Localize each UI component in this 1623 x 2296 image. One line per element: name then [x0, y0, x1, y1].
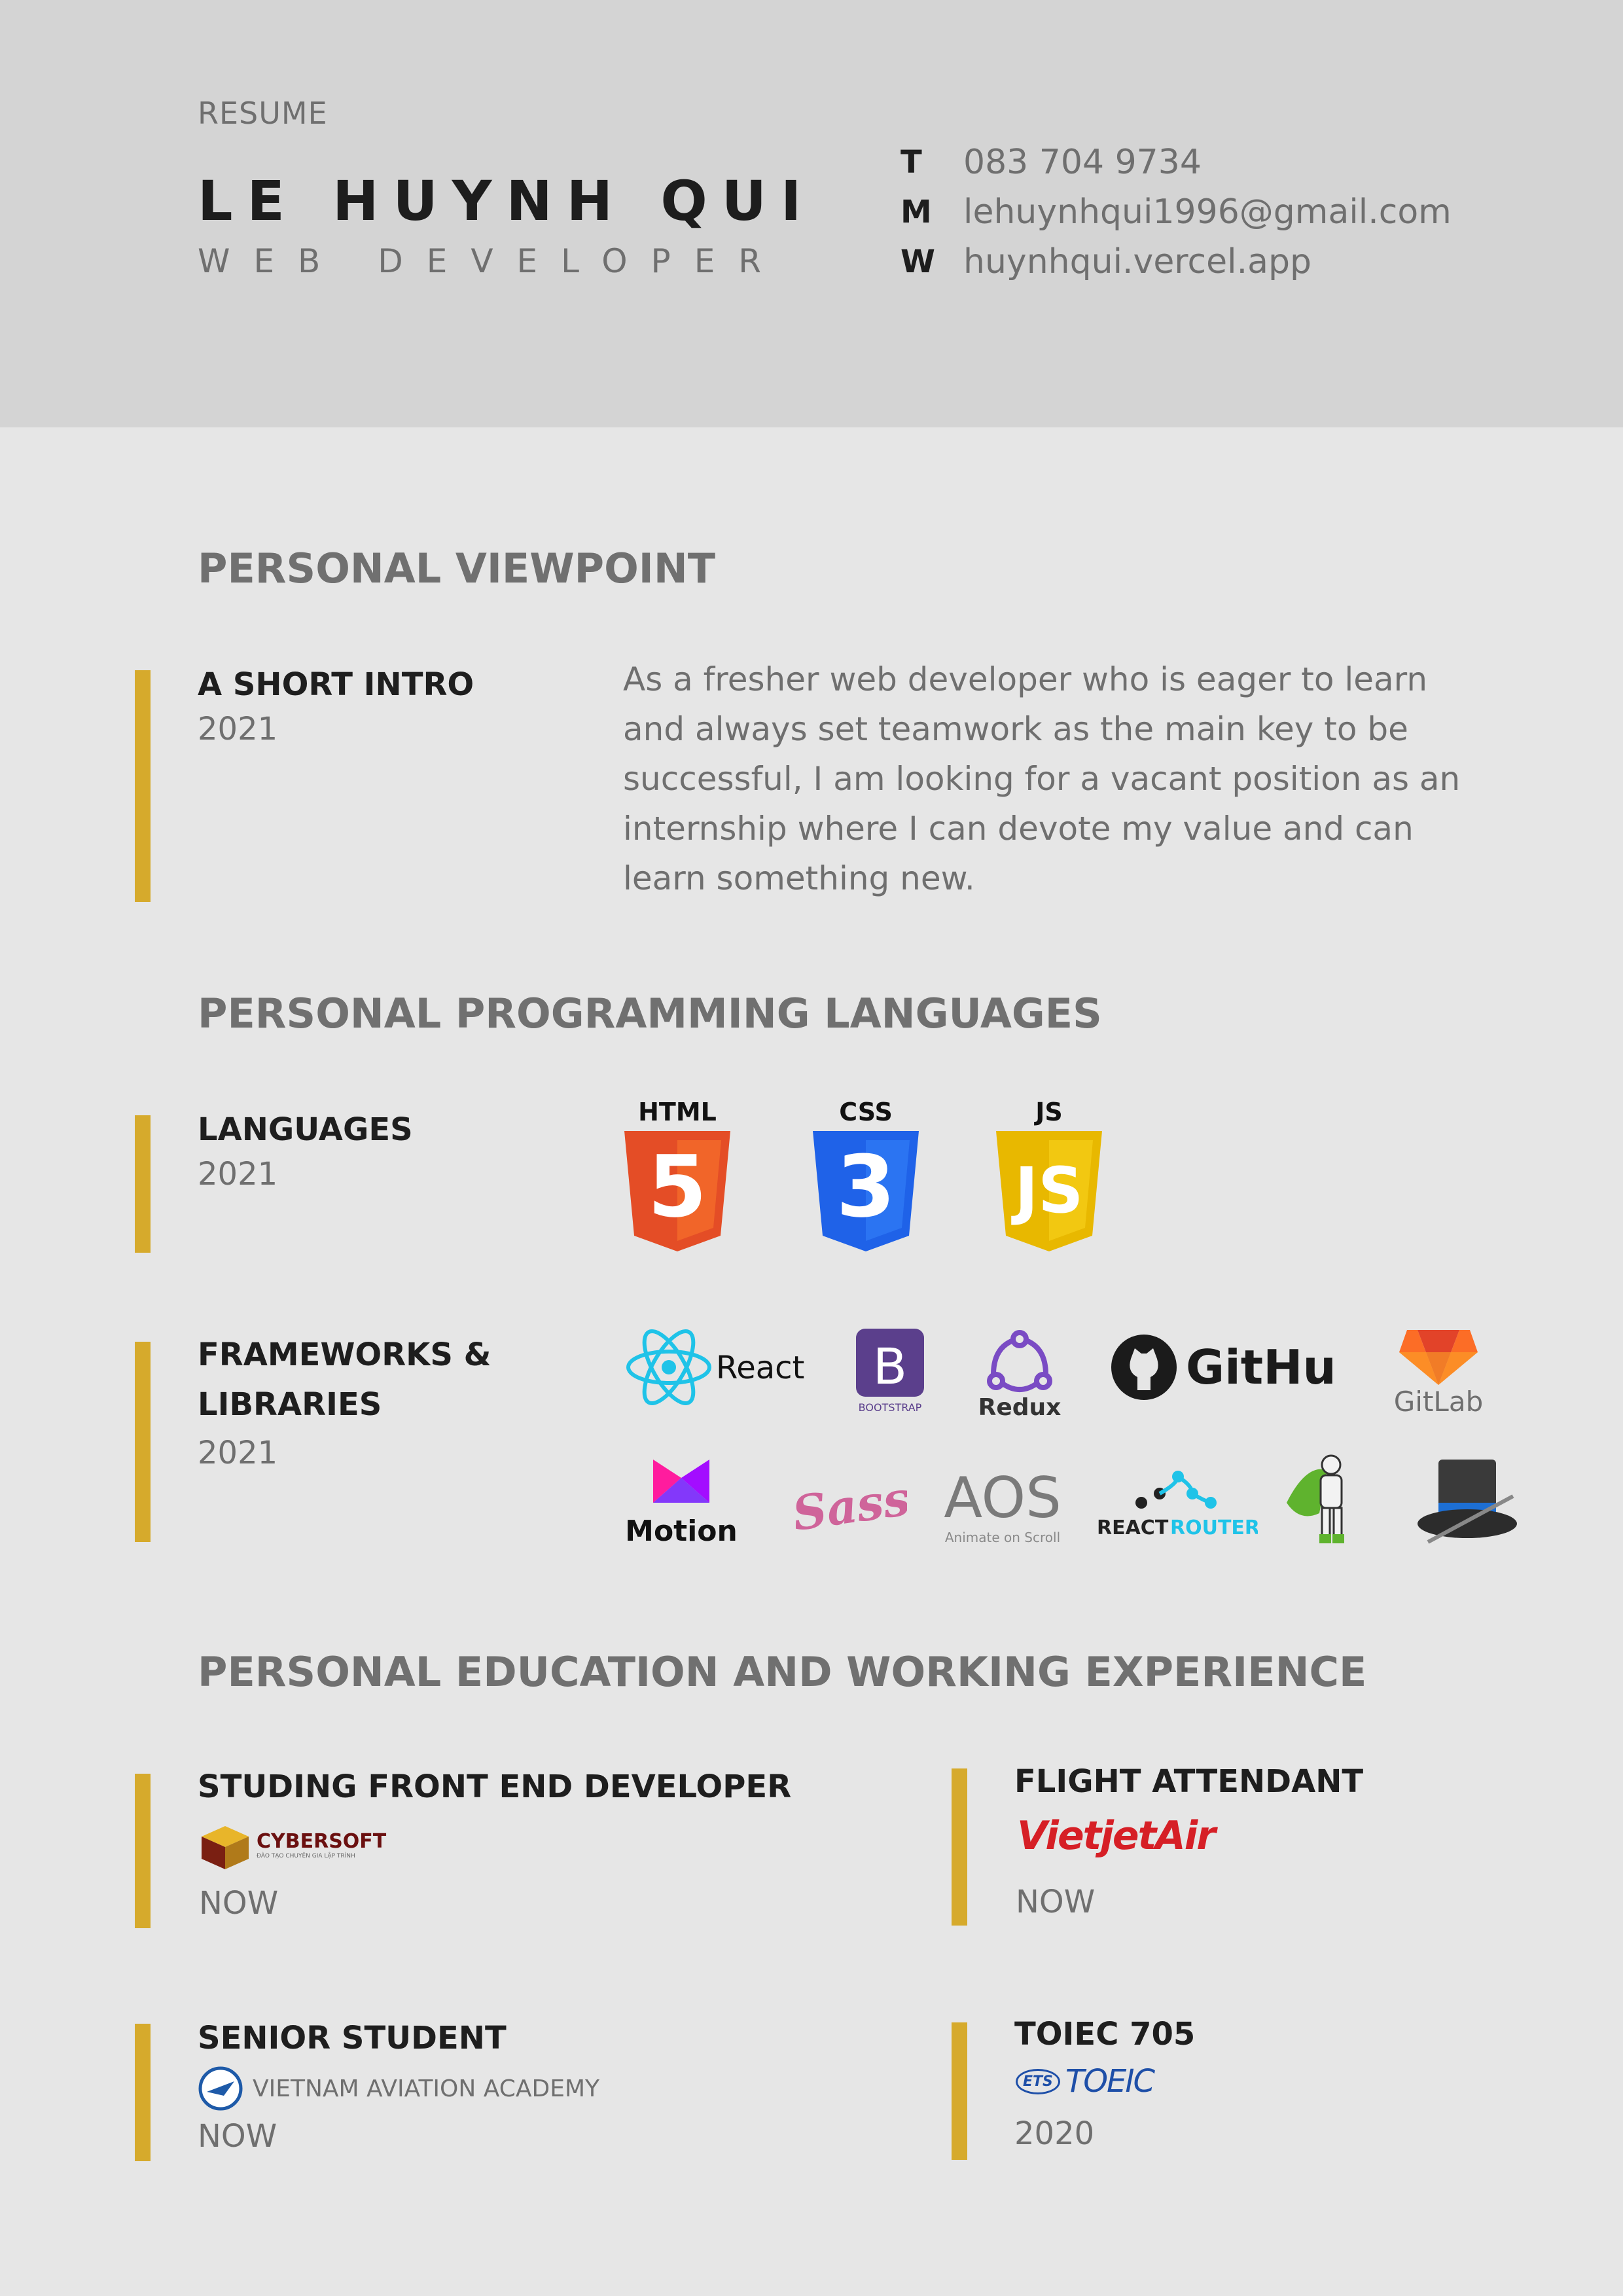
bootstrap-icon: B BOOTSTRAP	[851, 1325, 929, 1416]
experience-title-3: SENIOR STUDENT	[198, 2020, 507, 2056]
intro-title: A SHORT INTRO	[198, 666, 474, 703]
phone-value[interactable]: 083 704 9734	[963, 143, 1202, 182]
svg-text:AOS: AOS	[944, 1465, 1061, 1531]
experience-title-2: FLIGHT ATTENDANT	[1014, 1763, 1364, 1800]
svg-text:CSS: CSS	[839, 1098, 893, 1126]
react-icon: React	[626, 1325, 809, 1410]
accent-bar	[135, 1342, 151, 1542]
superhero-mascot-icon	[1280, 1450, 1368, 1549]
contact-key: M	[901, 194, 932, 230]
experience-period-2: NOW	[1016, 1884, 1096, 1920]
section-title-viewpoint: PERSONAL VIEWPOINT	[198, 545, 716, 592]
candidate-role: WEB DEVELOPER	[198, 242, 785, 280]
frameworks-title-line1: FRAMEWORKS &	[198, 1336, 491, 1373]
cybersoft-name: CYBERSOFT	[257, 1829, 387, 1853]
contact-key: T	[901, 144, 922, 181]
candidate-name: LE HUYNH QUI	[198, 169, 816, 233]
html-label: HTML	[638, 1098, 717, 1126]
accent-bar	[135, 1774, 151, 1928]
cybersoft-logo: CYBERSOFT ĐÀO TẠO CHUYÊN GIA LẬP TRÌNH	[198, 1817, 386, 1872]
section-title-experience: PERSONAL EDUCATION AND WORKING EXPERIENC…	[198, 1648, 1367, 1696]
experience-title-4: TOIEC 705	[1014, 2016, 1196, 2053]
vietjetair-logo: VietjetAir	[1017, 1813, 1216, 1859]
svg-text:React: React	[716, 1350, 804, 1386]
toeic-name: TOEIC	[1065, 2063, 1155, 2100]
accent-bar	[135, 2024, 151, 2161]
github-icon: GitHub	[1109, 1325, 1339, 1410]
experience-period-1: NOW	[199, 1885, 279, 1922]
accent-bar	[952, 2022, 967, 2160]
vaa-icon	[198, 2066, 243, 2111]
accent-bar	[135, 1115, 151, 1253]
email-value[interactable]: lehuynhqui1996@gmail.com	[963, 192, 1452, 232]
svg-text:Animate on Scroll: Animate on Scroll	[945, 1530, 1060, 1545]
react-router-icon: REACT ROUTER	[1094, 1457, 1258, 1549]
svg-text:3: 3	[836, 1137, 895, 1236]
motion-icon: Motion	[626, 1446, 737, 1551]
frameworks-year: 2021	[198, 1435, 278, 1471]
svg-text:5: 5	[648, 1137, 707, 1236]
experience-period-4: 2020	[1014, 2115, 1095, 2152]
cybersoft-icon	[202, 1826, 249, 1869]
languages-title: LANGUAGES	[198, 1111, 413, 1148]
cybersoft-tagline: ĐÀO TẠO CHUYÊN GIA LẬP TRÌNH	[257, 1852, 355, 1859]
vaa-logo: VIETNAM AVIATION ACADEMY	[198, 2066, 599, 2111]
languages-year: 2021	[198, 1156, 278, 1193]
experience-title-1: STUDING FRONT END DEVELOPER	[198, 1768, 792, 1805]
svg-text:ROUTER: ROUTER	[1170, 1516, 1258, 1539]
svg-text:GitHub: GitHub	[1186, 1340, 1339, 1395]
intro-text: As a fresher web developer who is eager …	[623, 660, 1461, 897]
svg-text:JS: JS	[1011, 1154, 1084, 1227]
website-value[interactable]: huynhqui.vercel.app	[963, 242, 1311, 281]
svg-text:Sass: Sass	[796, 1470, 907, 1541]
svg-text:Motion: Motion	[626, 1515, 737, 1548]
aos-icon: AOS Animate on Scroll	[937, 1462, 1068, 1554]
accent-bar	[952, 1768, 967, 1926]
svg-text:JS: JS	[1033, 1098, 1063, 1126]
accent-bar	[135, 670, 151, 902]
section-title-programming: PERSONAL PROGRAMMING LANGUAGES	[198, 990, 1102, 1037]
contact-key: W	[901, 243, 935, 280]
resume-label: RESUME	[198, 96, 328, 131]
sass-icon: Sass	[796, 1462, 907, 1547]
svg-text:GitLab: GitLab	[1394, 1386, 1483, 1418]
svg-text:REACT: REACT	[1097, 1516, 1169, 1539]
top-hat-icon	[1415, 1450, 1520, 1549]
contact-phone: T 083 704 9734	[901, 143, 1202, 182]
ets-badge: ETS	[1016, 2068, 1060, 2094]
css3-icon: CSS 3	[810, 1097, 921, 1254]
experience-period-3: NOW	[198, 2118, 277, 2155]
toeic-logo: ETS TOEIC	[1016, 2063, 1155, 2100]
svg-text:Redux: Redux	[978, 1394, 1061, 1419]
svg-text:B: B	[873, 1337, 907, 1395]
js-icon: JS JS	[993, 1097, 1105, 1254]
svg-text:BOOTSTRAP: BOOTSTRAP	[859, 1401, 922, 1414]
redux-icon: Redux	[974, 1322, 1065, 1419]
gitlab-icon: GitLab	[1386, 1312, 1491, 1419]
frameworks-title-line2: LIBRARIES	[198, 1386, 382, 1423]
contact-email: M lehuynhqui1996@gmail.com	[901, 192, 1452, 232]
vaa-name: VIETNAM AVIATION ACADEMY	[253, 2075, 600, 2102]
contact-website: W huynhqui.vercel.app	[901, 242, 1311, 281]
html5-icon: HTML 5	[622, 1097, 733, 1254]
intro-year: 2021	[198, 711, 278, 747]
